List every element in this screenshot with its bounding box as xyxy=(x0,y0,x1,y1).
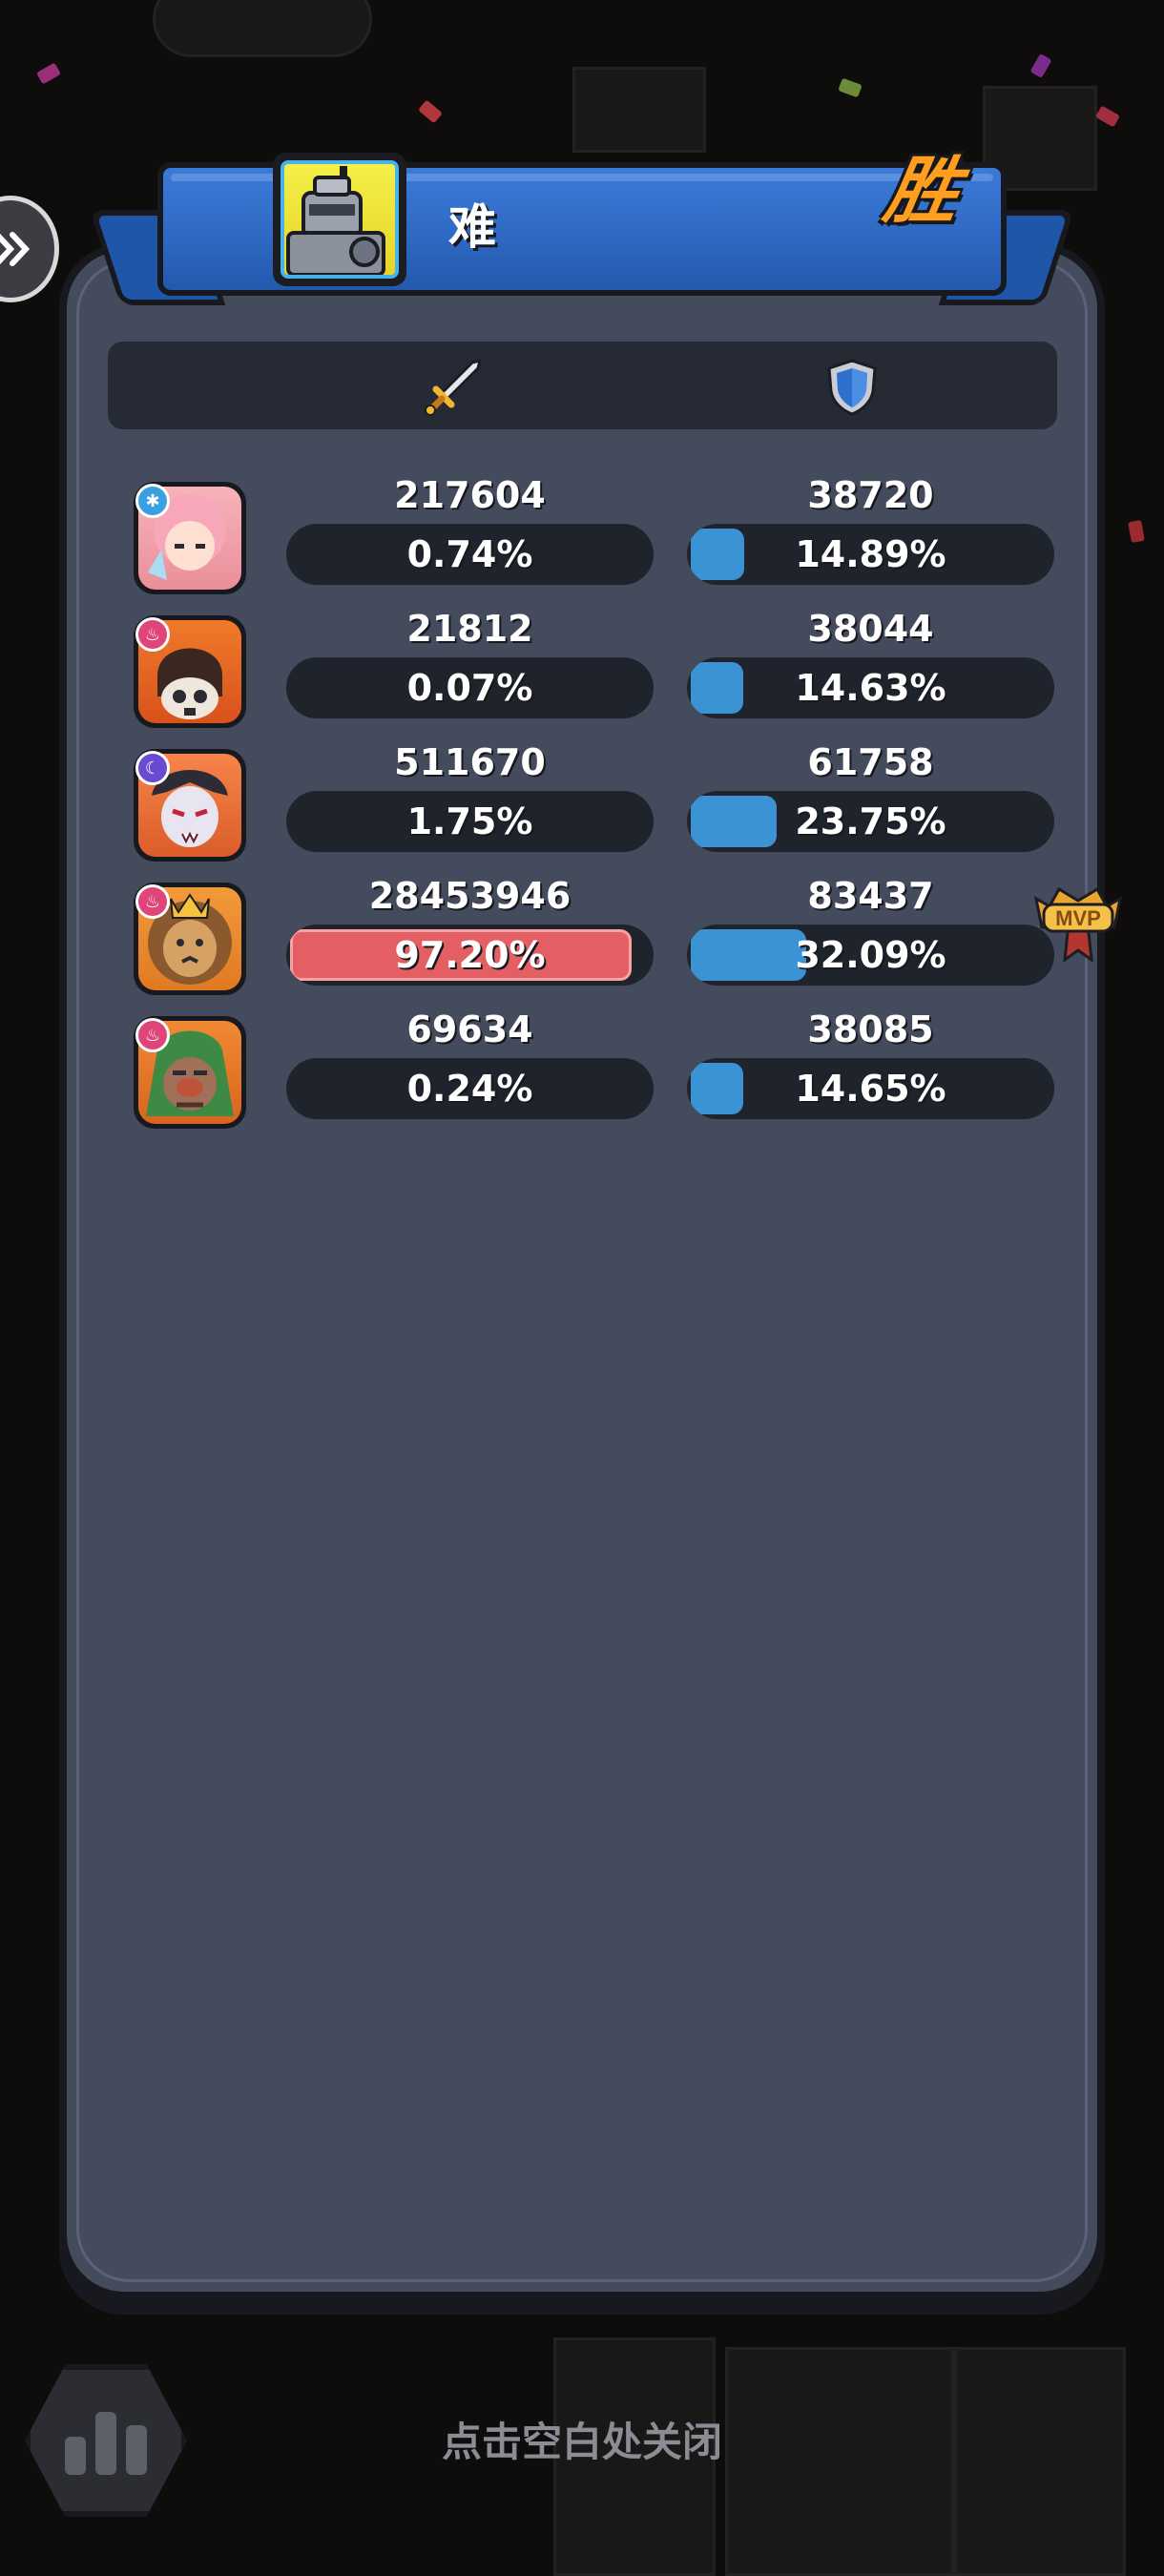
damage-percent: 0.74% xyxy=(406,533,533,575)
hero-portrait[interactable]: ✱ xyxy=(134,482,246,594)
shield-icon xyxy=(827,359,877,416)
damage-percent: 1.75% xyxy=(406,800,533,842)
defense-percent: 14.89% xyxy=(795,533,946,575)
damage-value: 511670 xyxy=(394,741,546,783)
hero-portrait[interactable]: ♨ xyxy=(134,1016,246,1129)
defense-value: 61758 xyxy=(807,741,934,783)
defense-share-bar: 14.89% xyxy=(687,524,1054,585)
defense-value: 38085 xyxy=(807,1008,934,1050)
moon-element-icon: ☾ xyxy=(135,751,170,785)
hero-stat-row: ✱ 217604 0.74% 38720 14.89% xyxy=(134,474,1059,608)
defense-value: 38720 xyxy=(807,474,934,516)
damage-share-bar: 0.24% xyxy=(286,1058,654,1119)
damage-share-bar: 0.74% xyxy=(286,524,654,585)
defense-value: 83437 xyxy=(807,875,934,917)
defense-share-bar: 14.63% xyxy=(687,657,1054,718)
difficulty-label: 难 xyxy=(448,199,496,255)
hero-stat-row: ☾ 511670 1.75% 61758 23.75% xyxy=(134,741,1059,875)
mvp-badge: MVP xyxy=(1030,880,1126,964)
defense-percent: 14.63% xyxy=(795,667,946,709)
defense-percent: 32.09% xyxy=(795,934,946,976)
fire-element-icon: ♨ xyxy=(135,1018,170,1052)
hero-portrait[interactable]: ♨ xyxy=(134,883,246,995)
damage-percent: 0.07% xyxy=(406,667,533,709)
close-hint[interactable]: 点击空白处关闭 xyxy=(0,2410,1164,2468)
damage-value: 217604 xyxy=(394,474,546,516)
hero-stat-row: ♨ 21812 0.07% 38044 14.63% xyxy=(134,608,1059,741)
defense-value: 38044 xyxy=(807,608,934,650)
damage-value: 69634 xyxy=(406,1008,533,1050)
column-header xyxy=(108,342,1057,429)
mvp-label: MVP xyxy=(1055,906,1101,930)
sword-icon xyxy=(425,358,483,416)
hero-stat-row: ♨ 28453946 97.20% 83437 32.09% xyxy=(134,875,1059,1008)
robot-boss-icon xyxy=(286,166,385,275)
defense-share-bar: 32.09% xyxy=(687,924,1054,986)
damage-percent: 0.24% xyxy=(406,1068,533,1110)
damage-share-bar: 97.20% xyxy=(286,924,654,986)
damage-percent: 97.20% xyxy=(394,934,546,976)
fire-element-icon: ♨ xyxy=(135,884,170,919)
chevron-right-icon xyxy=(0,232,31,266)
damage-value: 21812 xyxy=(406,608,533,650)
fire-element-icon: ♨ xyxy=(135,617,170,652)
damage-share-bar: 1.75% xyxy=(286,791,654,852)
hero-portrait[interactable]: ☾ xyxy=(134,749,246,862)
damage-value: 28453946 xyxy=(368,875,572,917)
defense-percent: 23.75% xyxy=(795,800,946,842)
ice-element-icon: ✱ xyxy=(135,484,170,518)
hero-portrait[interactable]: ♨ xyxy=(134,615,246,728)
defense-percent: 14.65% xyxy=(795,1068,946,1110)
damage-share-bar: 0.07% xyxy=(286,657,654,718)
hero-stat-row: ♨ 69634 0.24% 38085 14.65% xyxy=(134,1008,1059,1142)
defense-share-bar: 23.75% xyxy=(687,791,1054,852)
defense-share-bar: 14.65% xyxy=(687,1058,1054,1119)
boss-avatar xyxy=(273,153,406,286)
